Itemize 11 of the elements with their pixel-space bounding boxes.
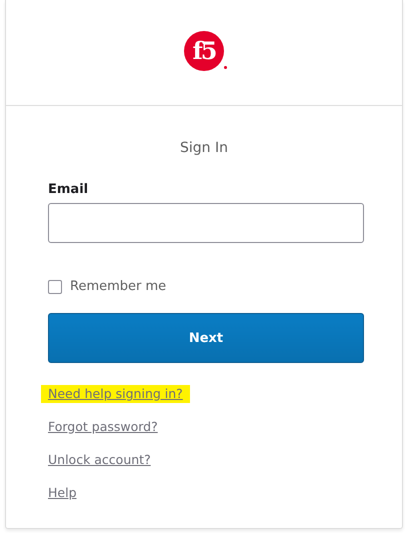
email-field[interactable] bbox=[48, 203, 364, 243]
help-link[interactable]: Unlock account? bbox=[48, 451, 151, 469]
remember-checkbox[interactable] bbox=[48, 280, 62, 294]
help-link[interactable]: Need help signing in? bbox=[48, 385, 183, 403]
logo: f5 bbox=[184, 30, 224, 70]
next-button[interactable]: Next bbox=[48, 313, 364, 363]
help-link[interactable]: Forgot password? bbox=[48, 418, 158, 436]
email-label: Email bbox=[48, 182, 90, 197]
sign-in-heading: Sign In bbox=[180, 140, 228, 156]
help-link[interactable]: Help bbox=[48, 484, 76, 502]
remember-label: Remember me bbox=[70, 279, 166, 294]
